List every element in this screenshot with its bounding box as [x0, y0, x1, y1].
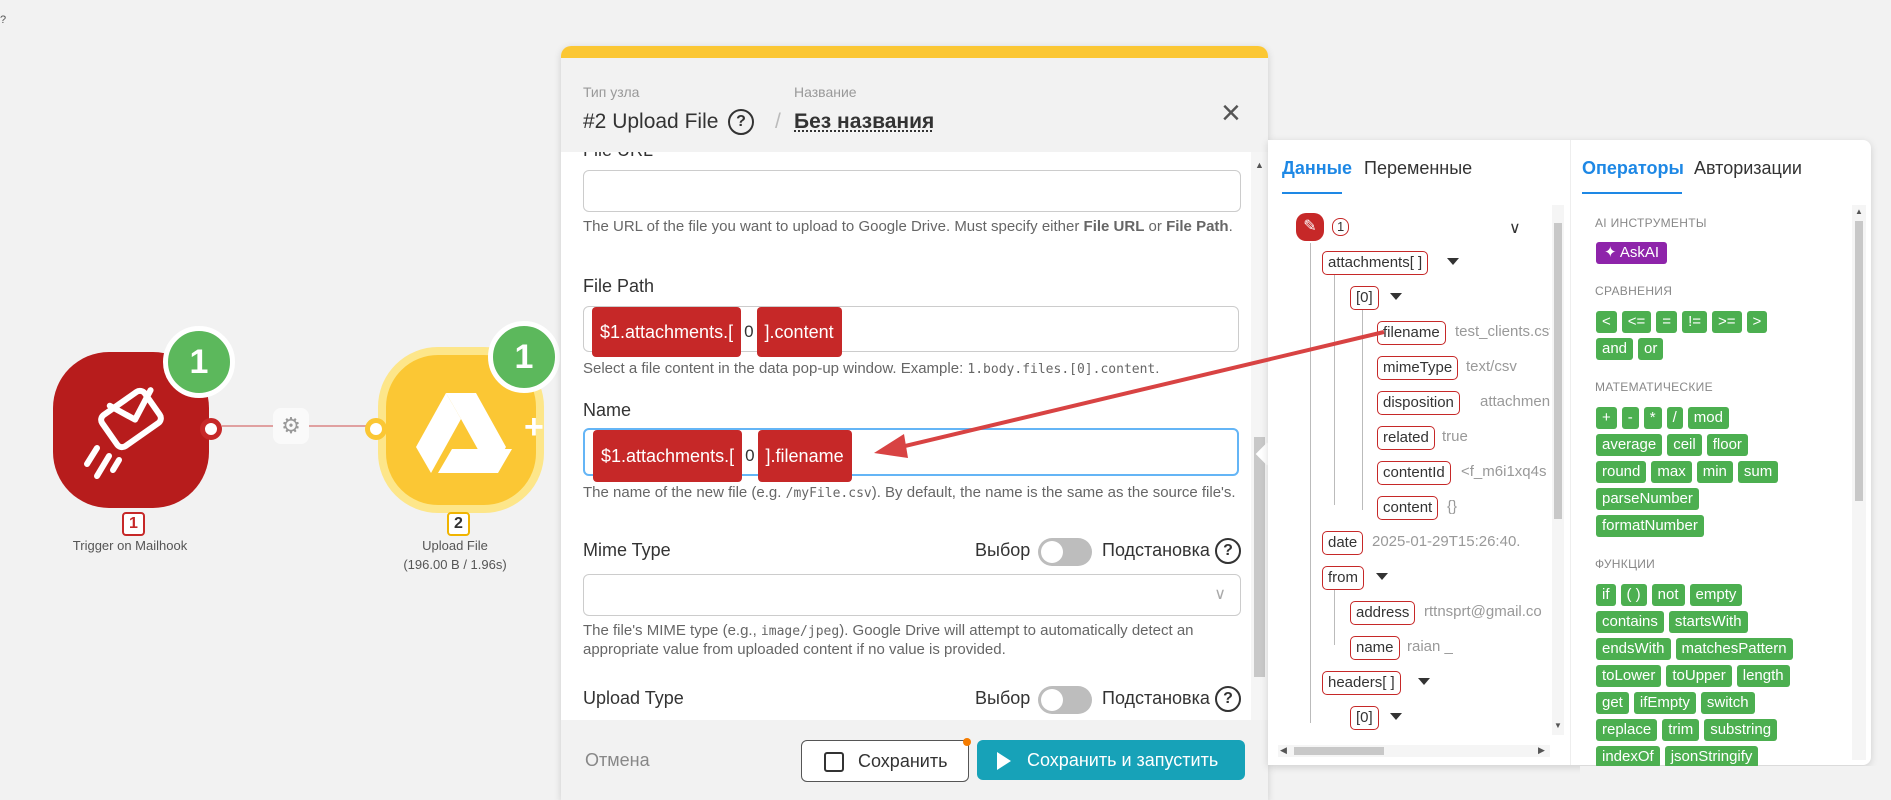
annotation-arrow: [874, 330, 1385, 458]
annotation-arrow-line: [887, 330, 1385, 452]
annotation-arrowhead: [874, 434, 908, 458]
